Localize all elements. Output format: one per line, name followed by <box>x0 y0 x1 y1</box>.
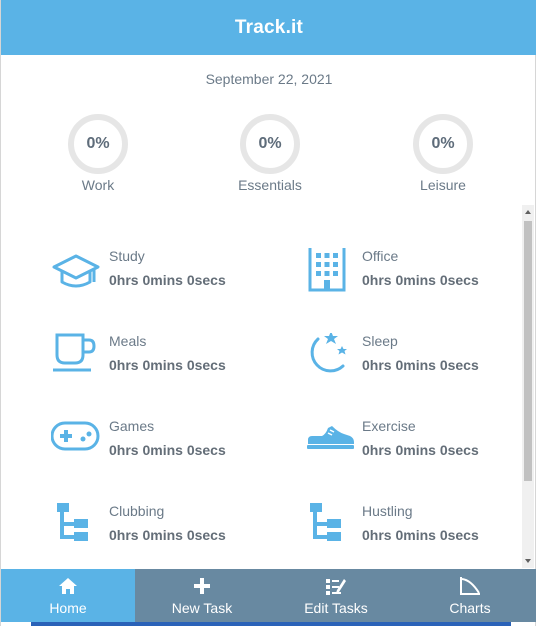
nav-label: New Task <box>171 600 233 616</box>
coffee-cup-icon <box>51 333 101 383</box>
activity-name: Sleep <box>362 333 398 349</box>
activity-name: Office <box>362 248 399 264</box>
nav-edit-tasks[interactable]: Edit Tasks <box>269 569 403 622</box>
current-date: September 22, 2021 <box>205 71 333 87</box>
header-bar: Track.it <box>1 0 536 55</box>
activity-exercise[interactable]: Exercise 0hrs 0mins 0secs <box>304 418 523 488</box>
activity-time: 0hrs 0mins 0secs <box>362 527 479 543</box>
summary-percent: 0% <box>86 135 110 152</box>
activity-name: Exercise <box>362 418 416 434</box>
activity-time: 0hrs 0mins 0secs <box>362 442 479 458</box>
sneaker-icon <box>304 418 354 468</box>
activity-name: Games <box>109 418 155 434</box>
activity-name: Meals <box>109 333 147 349</box>
activity-time: 0hrs 0mins 0secs <box>362 357 479 373</box>
activity-time: 0hrs 0mins 0secs <box>109 272 226 288</box>
tree-structure-icon <box>51 503 101 553</box>
window-bottom-edge <box>31 622 511 626</box>
activity-games[interactable]: Games 0hrs 0mins 0secs <box>50 418 301 488</box>
activity-meals[interactable]: Meals 0hrs 0mins 0secs <box>51 333 301 403</box>
summary-percent: 0% <box>431 135 455 152</box>
vertical-scrollbar[interactable] <box>522 205 534 568</box>
progress-ring: 0% <box>413 114 473 174</box>
summary-leisure: 0% Leisure <box>393 114 493 193</box>
nav-label: Charts <box>449 600 491 616</box>
activity-name: Hustling <box>362 503 413 519</box>
activity-office[interactable]: Office 0hrs 0mins 0secs <box>304 244 523 318</box>
graduation-cap-icon <box>51 248 101 298</box>
scrollbar-thumb[interactable] <box>524 221 532 481</box>
home-icon <box>57 575 79 597</box>
activity-time: 0hrs 0mins 0secs <box>109 442 226 458</box>
activity-name: Study <box>109 248 145 264</box>
app-window: Track.it September 22, 2021 0% Work 0% E… <box>0 0 536 626</box>
progress-ring: 0% <box>68 114 128 174</box>
nav-new-task[interactable]: New Task <box>135 569 269 622</box>
summary-label: Leisure <box>420 177 466 193</box>
nav-label: Home <box>49 600 87 616</box>
activity-time: 0hrs 0mins 0secs <box>109 527 226 543</box>
summary-percent: 0% <box>258 135 282 152</box>
summary-label: Work <box>81 177 115 193</box>
moon-stars-icon <box>304 331 354 383</box>
progress-ring: 0% <box>240 114 300 174</box>
edit-icon <box>325 575 347 597</box>
activity-clubbing[interactable]: Clubbing 0hrs 0mins 0secs <box>51 503 301 568</box>
scroll-down-arrow-icon[interactable] <box>522 554 534 568</box>
category-summary: 0% Work 0% Essentials 0% Leisure <box>1 114 536 194</box>
nav-home[interactable]: Home <box>1 569 135 622</box>
activity-study[interactable]: Study 0hrs 0mins 0secs <box>51 248 301 318</box>
chart-icon <box>459 575 481 597</box>
bottom-nav: Home New Task Edit Tasks Charts <box>1 569 536 622</box>
activity-sleep[interactable]: Sleep 0hrs 0mins 0secs <box>304 331 523 403</box>
summary-label: Essentials <box>238 177 302 193</box>
activity-time: 0hrs 0mins 0secs <box>362 272 479 288</box>
activity-grid: Study 0hrs 0mins 0secs Office 0hrs 0mins… <box>1 205 523 568</box>
app-title: Track.it <box>234 16 304 38</box>
office-building-icon <box>304 244 354 298</box>
activity-time: 0hrs 0mins 0secs <box>109 357 226 373</box>
summary-essentials: 0% Essentials <box>220 114 320 193</box>
activity-hustling[interactable]: Hustling 0hrs 0mins 0secs <box>304 503 523 568</box>
nav-charts[interactable]: Charts <box>403 569 536 622</box>
summary-work: 0% Work <box>48 114 148 193</box>
tree-structure-icon <box>304 503 354 553</box>
scroll-up-arrow-icon[interactable] <box>522 205 534 219</box>
nav-label: Edit Tasks <box>304 600 368 616</box>
gamepad-icon <box>50 418 101 468</box>
plus-icon <box>191 575 213 597</box>
activity-name: Clubbing <box>109 503 165 519</box>
